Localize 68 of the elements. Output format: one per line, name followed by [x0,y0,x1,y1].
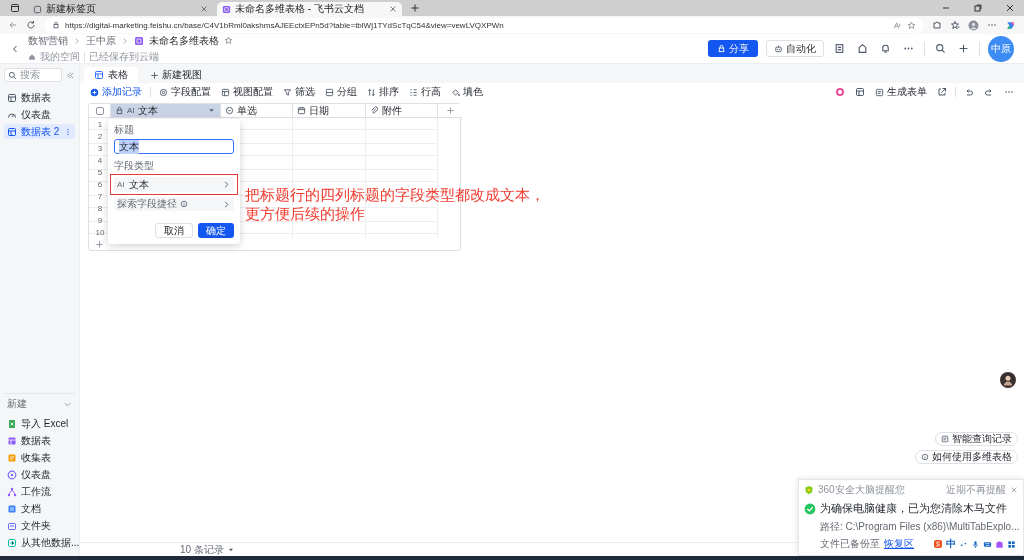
row-number: 1 [96,118,104,130]
form-button[interactable]: 生成表单 [873,84,929,100]
column-title: 附件 [382,103,403,118]
create-item[interactable]: 数据表 [4,433,75,448]
annotation-text: 把标题行的四列标题的字段类型都改成文本， [245,185,545,204]
cancel-button[interactable]: 取消 [155,223,193,238]
row-number: 3 [96,142,104,154]
column-header[interactable]: 附件 [366,104,438,118]
create-item[interactable]: 文档 [4,501,75,516]
breadcrumb-link[interactable]: 未命名多维表格 [149,33,219,48]
row-number: 9 [96,214,104,226]
title-input[interactable]: 文本 [114,139,234,154]
automation-button[interactable]: 自动化 [766,40,824,57]
share-button[interactable]: 分享 [708,40,758,57]
create-item[interactable]: 导入 Excel [4,416,75,431]
toolbar-button[interactable]: 分组 [323,84,359,100]
field-label: 字段类型 [114,160,155,172]
toolbar-button[interactable]: 填色 [449,84,485,100]
create-item[interactable]: 工作流 [4,484,75,499]
row-number: 2 [96,130,104,142]
field-label: 标题 [114,124,135,136]
browser-tab[interactable]: 新建标签页 [28,2,213,16]
row-number: 8 [96,202,104,214]
field-type-mark: AI [127,106,135,115]
notification-message: 为确保电脑健康，已为您清除木马文件 [820,501,1007,516]
toolbar-button[interactable]: 字段配置 [157,84,213,100]
column-title: 文本 [137,103,159,118]
row-number: 6 [96,178,104,190]
shortcut-row[interactable]: 探索字段捷径 [114,197,234,211]
notification-source: 360安全大脑提醒您 [818,483,906,497]
field-type-select[interactable]: AI 文本 [114,177,234,192]
backup-text: 文件已备份至 [820,537,880,551]
restore-link[interactable]: 恢复区 [884,537,914,551]
toolbar-button[interactable]: 筛选 [281,84,317,100]
sidebar-item[interactable]: 数据表 [4,90,75,105]
assistant-button[interactable]: 如何使用多维表格 [915,450,1018,464]
ime-mode[interactable]: 中 [946,537,956,551]
row-number: 5 [96,166,104,178]
row-number: 10 [94,226,106,238]
create-item[interactable]: 文件夹 [4,518,75,533]
row-number: 7 [96,190,104,202]
breadcrumb-link[interactable]: 数智营销 [28,33,68,48]
section-heading: 新建 [7,397,28,411]
row-number: 4 [96,154,104,166]
column-header[interactable]: 单选 [221,104,293,118]
record-count-dropdown[interactable]: 10 条记录 [180,542,235,557]
save-status: 已经保存到云端 [89,49,159,64]
create-item[interactable]: 仪表盘 [4,467,75,482]
create-item[interactable]: 收集表 [4,450,75,465]
file-path: 路径: C:\Program Files (x86)\MultiTabExplo... [819,520,1018,534]
column-title: 单选 [237,103,258,118]
new-view-button[interactable]: 新建视图 [144,67,208,83]
toolbar-button[interactable]: 添加记录 [88,84,144,100]
breadcrumb-link[interactable]: 王中原 [86,33,116,48]
toolbar-button[interactable]: 排序 [365,84,401,100]
sidebar-item[interactable]: 仪表盘 [4,107,75,122]
assistant-button[interactable]: 智能查询记录 [935,432,1018,446]
column-header[interactable]: 日期 [293,104,366,118]
annotation-text: 更方便后续的操作 [245,204,366,223]
toolbar-button[interactable]: 视图配置 [219,84,275,100]
column-header[interactable]: AI 文本 [111,104,221,118]
browser-tab[interactable]: 未命名多维表格 - 飞书云文档 [217,2,402,16]
sidebar-item[interactable]: 数据表 2 [4,124,75,139]
address-field[interactable]: https://digital-marketing.feishu.cn/base/C4V1bRml0akshmsAJEEctxEPn5d?table=tblWj1TYdScTqC54&view=vewLVQXPWn [44,17,924,33]
column-title: 日期 [309,103,330,118]
toolbar-button[interactable]: 行高 [407,84,443,100]
view-tab[interactable]: 表格 [84,67,138,83]
confirm-button[interactable]: 确定 [198,223,234,238]
